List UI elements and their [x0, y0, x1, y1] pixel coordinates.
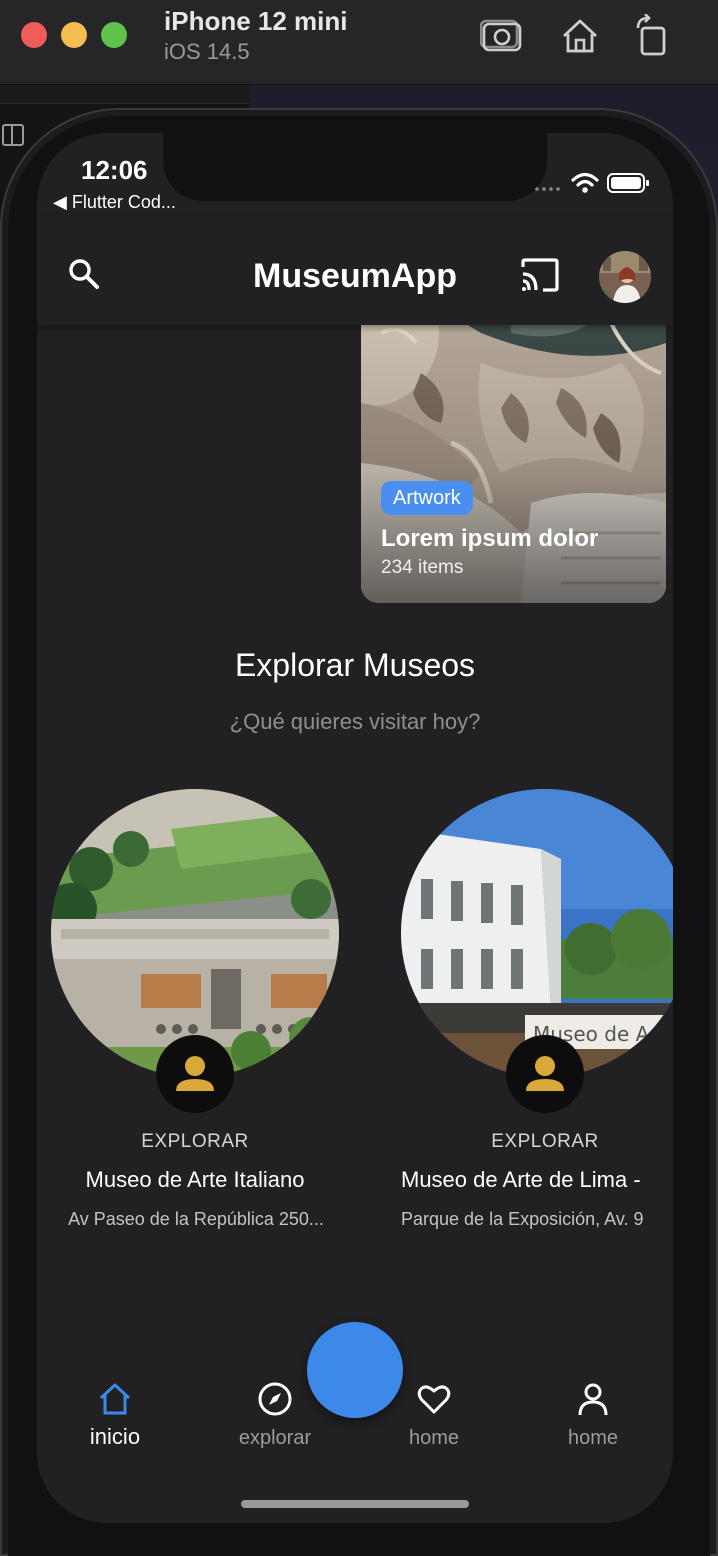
status-icons — [535, 172, 649, 193]
person-icon — [526, 1056, 564, 1091]
museum-address: Parque de la Exposición, Av. 9 — [401, 1209, 644, 1229]
rotate-icon[interactable] — [630, 14, 674, 58]
home-icon[interactable] — [558, 14, 602, 58]
nav-item-profile[interactable]: home — [533, 1369, 653, 1469]
museum-explore-label[interactable]: EXPLORAR — [45, 1131, 345, 1153]
museum-avatar — [156, 1035, 234, 1113]
notch — [163, 133, 547, 201]
museum-avatar — [506, 1035, 584, 1113]
window-zoom-button[interactable] — [101, 22, 127, 48]
museum-photo: Museo de A — [401, 789, 673, 1077]
museum-explore-label[interactable]: EXPLORAR — [395, 1131, 673, 1153]
window-minimize-button[interactable] — [61, 22, 87, 48]
category-title: Lorem ipsum dolor — [381, 525, 599, 552]
person-icon — [578, 1383, 608, 1416]
section-title: Explorar Museos — [234, 647, 476, 683]
museum-card[interactable]: Museo de A EXPLORAR Museo de Arte de Lim… — [395, 789, 673, 1249]
app-bar: MuseumApp — [37, 217, 673, 325]
phone-screen: 12:06 ◀ Flutter Cod... MuseumApp Artwork… — [37, 133, 673, 1523]
window-close-button[interactable] — [21, 22, 47, 48]
nav-label: inicio — [89, 1424, 141, 1449]
battery-icon — [607, 173, 649, 193]
nav-item-inicio[interactable]: inicio — [55, 1369, 175, 1469]
sidebar-toggle-icon[interactable] — [2, 124, 24, 146]
app-title: MuseumApp — [253, 257, 457, 295]
nav-label: home — [408, 1427, 460, 1449]
heart-icon — [417, 1385, 451, 1414]
wifi-icon — [571, 172, 599, 193]
museum-name: Museo de Arte Italiano — [85, 1167, 305, 1192]
desktop-toolbar-strip — [0, 85, 250, 104]
simulator-device-name: iPhone 12 mini — [164, 6, 348, 36]
museum-card[interactable]: EXPLORAR Museo de Arte Italiano Av Paseo… — [45, 789, 345, 1249]
simulator-title-bar: iPhone 12 mini iOS 14.5 — [0, 0, 718, 85]
back-to-app-link[interactable]: ◀ Flutter Cod... — [53, 192, 176, 213]
nav-label: home — [567, 1427, 619, 1449]
profile-avatar[interactable] — [599, 251, 651, 303]
category-count: 234 items — [381, 557, 464, 578]
museum-name: Museo de Arte de Lima - — [401, 1167, 641, 1192]
museum-address: Av Paseo de la República 250... — [68, 1209, 324, 1229]
nav-label: explorar — [238, 1427, 312, 1449]
section-subtitle: ¿Qué quieres visitar hoy? — [229, 709, 481, 734]
category-card[interactable]: Artwork Lorem ipsum dolor 234 items — [361, 303, 666, 603]
category-badge: Artwork — [381, 481, 473, 515]
museum-photo — [51, 789, 339, 1077]
home-indicator[interactable] — [241, 1500, 469, 1508]
compass-icon — [258, 1382, 292, 1416]
home-icon — [99, 1383, 131, 1415]
simulator-os-version: iOS 14.5 — [164, 39, 250, 64]
cast-icon[interactable] — [519, 257, 561, 293]
cellular-signal-icon — [535, 187, 560, 191]
screenshot-icon[interactable] — [480, 14, 524, 58]
floating-action-button[interactable] — [307, 1322, 403, 1418]
status-time: 12:06 — [81, 155, 148, 185]
person-icon — [176, 1056, 214, 1091]
